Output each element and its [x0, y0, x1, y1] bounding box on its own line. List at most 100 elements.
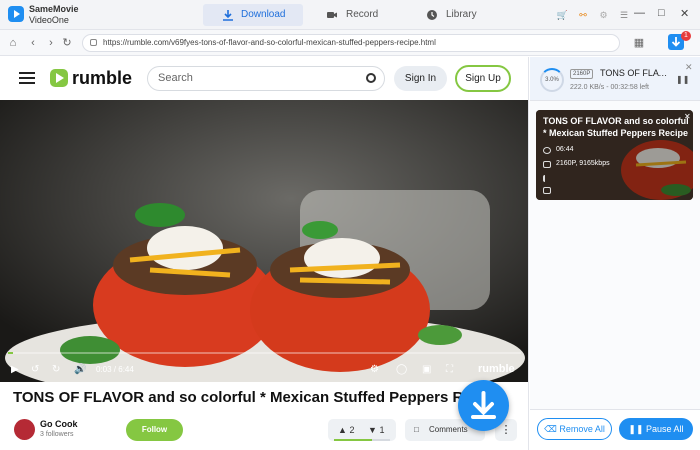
search-icon[interactable] [366, 73, 376, 83]
video-title: TONS OF FLAVOR and so colorful * Mexican… [13, 389, 472, 406]
vote-box: ▲ 2 ▼ 1 [328, 419, 396, 441]
forward-skip-icon[interactable]: ↻ [52, 364, 60, 376]
menu-icon[interactable]: ☰ [618, 9, 630, 21]
audio-icon [543, 175, 551, 182]
upvote-button[interactable]: ▲ 2 [338, 419, 354, 441]
sign-in-button[interactable]: Sign In [394, 66, 447, 91]
follow-button[interactable]: Follow [126, 419, 183, 441]
tab-record-label: Record [346, 9, 379, 20]
card-close-icon[interactable]: ✕ [684, 112, 691, 121]
url-text: https://rumble.com/v69fyes-tons-of-flavo… [103, 38, 436, 47]
app-name: SameMovie VideoOne [29, 4, 79, 26]
channel-row: Go Cook 3 followers Follow ▲ 2 ▼ 1 □ Com… [0, 419, 528, 450]
download-count-badge: 1 [681, 31, 691, 41]
rewind-icon[interactable]: ↺ [31, 364, 39, 376]
grid-icon[interactable]: ▦ [632, 36, 646, 50]
tab-download-label: Download [241, 9, 286, 20]
subtitle-icon [543, 187, 551, 194]
pause-all-button[interactable]: ❚❚ Pause All [619, 418, 693, 440]
trash-icon: ⌫ [544, 424, 557, 434]
player-watermark: rumble [478, 363, 515, 375]
active-download-item: 3.0% 2160P TONS OF FLAVO... 222.0 KB/s -… [530, 57, 700, 101]
volume-icon[interactable]: 🔊 [74, 364, 86, 376]
lock-icon [90, 39, 97, 46]
downvote-count: 1 [379, 425, 385, 435]
queued-video-card[interactable]: TONS OF FLAVOR and so colorful * Mexican… [536, 110, 693, 200]
clock-icon [543, 147, 551, 154]
thumbs-up-icon: ▲ [338, 425, 347, 435]
remove-all-button[interactable]: ⌫ Remove All [537, 418, 612, 440]
site-logo[interactable]: rumble [50, 68, 132, 89]
downvote-button[interactable]: ▼ 1 [368, 419, 384, 441]
url-field[interactable]: https://rumble.com/v69fyes-tons-of-flavo… [82, 34, 620, 52]
settings-icon[interactable]: ⚙ [597, 9, 609, 21]
minimize-button[interactable]: — [634, 7, 645, 19]
download-speed: 222.0 KB/s - 00:32:58 left [570, 84, 649, 91]
download-panel: 3.0% 2160P TONS OF FLAVO... 222.0 KB/s -… [530, 57, 700, 450]
close-button[interactable]: ✕ [680, 7, 689, 20]
video-time: 0:03 / 6:44 [96, 365, 134, 374]
tab-record[interactable]: Record [326, 4, 378, 26]
tab-library-label: Library [446, 9, 477, 20]
app-name-text: SameMovie [29, 4, 79, 14]
back-icon[interactable]: ‹ [26, 36, 40, 50]
app-subtitle: VideoOne [29, 15, 69, 25]
video-frame [0, 100, 528, 382]
app-window: SameMovie VideoOne Download Record Libra… [0, 0, 700, 450]
sign-up-button[interactable]: Sign Up [455, 65, 511, 92]
download-icon [223, 10, 233, 21]
tab-download[interactable]: Download [203, 4, 303, 26]
play-icon[interactable]: ▶ [11, 364, 19, 376]
site-header: rumble Search Sign In Sign Up [0, 57, 528, 100]
fullscreen-icon[interactable]: ⛶ [446, 364, 453, 376]
video-player[interactable]: ▶ ↺ ↻ 🔊 0:03 / 6:44 ⚙ ◯ ▣ ⛶ rumble [0, 100, 528, 382]
download-video-button[interactable] [458, 380, 509, 431]
hamburger-icon[interactable] [19, 72, 35, 84]
channel-followers: 3 followers [40, 431, 74, 438]
card-quality: 2160P, 9165kbps [543, 160, 610, 168]
pip-icon[interactable]: ▣ [422, 364, 431, 376]
card-quality-text: 2160P, 9165kbps [556, 160, 610, 167]
card-duration: 06:44 [543, 146, 574, 154]
search-placeholder: Search [158, 72, 193, 84]
vote-ratio-fill [334, 439, 372, 441]
autoplay-toggle-icon[interactable]: ◯ [396, 364, 407, 376]
download-title: TONS OF FLAVO... [600, 68, 670, 78]
panel-footer: ⌫ Remove All ❚❚ Pause All [530, 409, 700, 450]
upvote-count: 2 [349, 425, 355, 435]
title-bar: SameMovie VideoOne Download Record Libra… [0, 0, 700, 30]
video-progress-bar[interactable] [8, 352, 521, 354]
maximize-button[interactable]: □ [658, 7, 665, 19]
search-input[interactable]: Search [147, 66, 385, 91]
pause-all-icon: ❚❚ [628, 424, 644, 434]
close-icon[interactable]: ✕ [685, 62, 693, 73]
video-controls: ▶ ↺ ↻ 🔊 0:03 / 6:44 ⚙ ◯ ▣ ⛶ rumble [0, 358, 528, 382]
thumbs-down-icon: ▼ [368, 425, 377, 435]
rumble-logo-icon [50, 69, 68, 87]
download-progress-ring: 3.0% [540, 68, 564, 92]
address-bar: ⌂ ‹ › ↻ https://rumble.com/v69fyes-tons-… [0, 30, 700, 56]
download-icon [471, 391, 496, 419]
pause-all-label: Pause All [646, 424, 684, 434]
card-duration-text: 06:44 [556, 146, 574, 153]
tab-library[interactable]: Library [426, 4, 477, 26]
video-progress-fill [8, 352, 14, 354]
camera-icon [327, 12, 337, 18]
clock-icon [427, 10, 437, 20]
pause-icon[interactable]: ❚❚ [676, 75, 689, 84]
forward-icon[interactable]: › [44, 36, 58, 50]
resolution-badge: 2160P [570, 69, 594, 79]
settings-gear-icon[interactable]: ⚙ [370, 364, 379, 376]
channel-name[interactable]: Go Cook [40, 419, 78, 429]
home-icon[interactable]: ⌂ [6, 36, 20, 50]
channel-avatar[interactable] [14, 419, 35, 440]
key-icon[interactable]: ⚯ [577, 9, 589, 21]
vote-ratio-bar [334, 439, 390, 441]
cart-icon[interactable]: 🛒 [556, 9, 568, 21]
card-title: TONS OF FLAVOR and so colorful * Mexican… [543, 116, 689, 138]
comment-icon: □ [414, 425, 419, 434]
current-time: 0:03 [96, 365, 112, 374]
duration: 6:44 [118, 365, 134, 374]
remove-all-label: Remove All [559, 424, 605, 434]
reload-icon[interactable]: ↻ [60, 36, 74, 50]
